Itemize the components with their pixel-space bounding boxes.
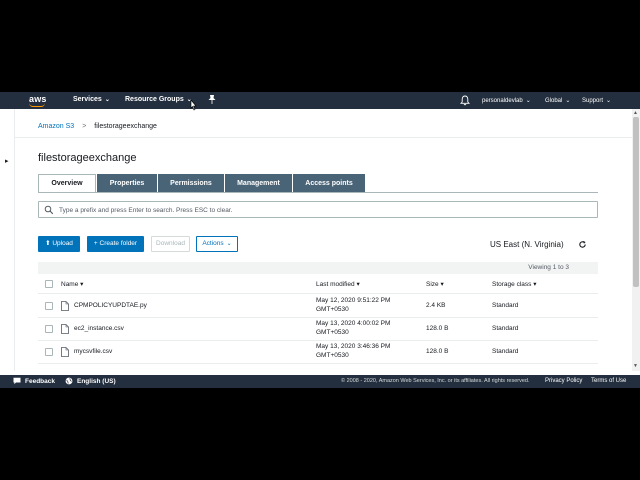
search-input[interactable] — [59, 204, 589, 216]
create-folder-button[interactable]: + Create folder — [87, 236, 144, 252]
pagination-bar: Viewing 1 to 3 — [38, 262, 598, 274]
breadcrumb: Amazon S3 > filestorageexchange — [38, 123, 157, 130]
breadcrumb-separator: > — [82, 123, 87, 130]
main-content: Amazon S3 > filestorageexchange filestorag… — [15, 109, 632, 371]
row-checkbox[interactable] — [45, 325, 53, 333]
row-checkbox[interactable] — [45, 302, 53, 310]
scroll-down-icon[interactable]: ▼ — [633, 363, 638, 369]
page-title: filestorageexchange — [38, 152, 137, 164]
breadcrumb-amazon-s3[interactable]: Amazon S3 — [38, 123, 74, 130]
tab-overview[interactable]: Overview — [38, 174, 96, 193]
aws-smile-icon — [29, 103, 45, 107]
table-row[interactable]: mycsvfile.csv May 13, 2020 3:46:36 PM GM… — [38, 341, 598, 364]
support-label: Support — [582, 98, 604, 104]
create-folder-label: Create folder — [99, 240, 138, 247]
breadcrumb-divider — [15, 137, 632, 138]
globe-icon — [65, 377, 73, 385]
table-row[interactable]: CPMPOLICYUPDTAE.py May 12, 2020 9:51:22 … — [38, 295, 598, 318]
pin-icon[interactable] — [208, 95, 216, 105]
tab-properties[interactable]: Properties — [97, 174, 157, 193]
prefix-search-box — [38, 201, 598, 218]
services-label: Services — [73, 96, 102, 103]
terms-of-use-link[interactable]: Terms of Use — [591, 378, 626, 384]
file-name[interactable]: ec2_instance.csv — [74, 325, 124, 332]
table-row[interactable]: ec2_instance.csv May 13, 2020 4:00:02 PM… — [38, 318, 598, 341]
last-modified: May 13, 2020 4:00:02 PM GMT+0530 — [316, 320, 391, 336]
chevron-down-icon: ⌄ — [226, 241, 232, 247]
tab-management[interactable]: Management — [225, 174, 292, 193]
upload-button[interactable]: ⬆ Upload — [38, 236, 80, 252]
file-icon — [61, 301, 69, 311]
console-footer: Feedback English (US) © 2008 - 2020, Ama… — [0, 375, 640, 388]
copyright-text: © 2008 - 2020, Amazon Web Services, Inc.… — [341, 378, 530, 384]
storage-class: Standard — [492, 348, 519, 355]
file-size: 2.4 KB — [426, 302, 446, 309]
actions-dropdown[interactable]: Actions ⌄ — [196, 236, 238, 252]
global-region-label: Global — [545, 98, 563, 104]
feedback-chat-icon — [13, 377, 21, 385]
privacy-policy-link[interactable]: Privacy Policy — [545, 378, 582, 384]
side-panel-toggle[interactable]: ▸ — [0, 109, 15, 371]
support-menu[interactable]: Support ⌄ — [582, 97, 611, 104]
bell-icon[interactable] — [460, 95, 470, 106]
global-region-menu[interactable]: Global ⌄ — [545, 97, 570, 104]
chevron-down-icon: ⌄ — [606, 98, 612, 104]
feedback-link[interactable]: Feedback — [25, 378, 55, 385]
bucket-tabs: Overview Properties Permissions Manageme… — [38, 174, 366, 193]
sort-down-icon: ▾ — [356, 281, 360, 288]
sort-down-icon: ▾ — [80, 281, 84, 288]
tab-underline — [38, 192, 598, 193]
language-selector[interactable]: English (US) — [77, 378, 116, 385]
upload-label: Upload — [52, 240, 73, 247]
top-navigation-bar: aws Services ⌄ Resource Groups ⌄ personald… — [0, 92, 640, 111]
sort-down-icon: ▾ — [440, 281, 444, 288]
file-size: 128.0 B — [426, 325, 449, 332]
column-storage-class[interactable]: Storage class ▾ — [492, 280, 536, 288]
breadcrumb-current: filestorageexchange — [94, 123, 157, 130]
file-size: 128.0 B — [426, 348, 449, 355]
tab-access-points[interactable]: Access points — [293, 174, 365, 193]
column-last-modified[interactable]: Last modified ▾ — [316, 280, 360, 288]
column-size[interactable]: Size ▾ — [426, 280, 444, 288]
vertical-scrollbar[interactable]: ▲ ▼ — [632, 109, 640, 371]
mouse-cursor-icon — [190, 99, 197, 111]
download-button[interactable]: Download — [151, 236, 190, 252]
resource-groups-menu[interactable]: Resource Groups ⌄ — [125, 96, 192, 103]
tab-permissions[interactable]: Permissions — [158, 174, 224, 193]
s3-console-screen: aws Services ⌄ Resource Groups ⌄ personald… — [0, 92, 640, 388]
chevron-right-icon: ▸ — [5, 158, 9, 165]
storage-class: Standard — [492, 302, 519, 309]
chevron-down-icon: ⌄ — [525, 98, 531, 104]
refresh-icon[interactable] — [578, 240, 587, 249]
row-checkbox[interactable] — [45, 348, 53, 356]
chevron-down-icon: ⌄ — [565, 98, 571, 104]
last-modified: May 13, 2020 3:46:36 PM GMT+0530 — [316, 343, 391, 359]
aws-logo[interactable]: aws — [27, 94, 49, 107]
sort-down-icon: ▾ — [533, 281, 537, 288]
account-menu[interactable]: personaldevlab ⌄ — [482, 97, 531, 104]
file-name[interactable]: mycsvfile.csv — [74, 348, 112, 355]
scroll-up-icon[interactable]: ▲ — [633, 110, 638, 116]
actions-label: Actions — [202, 240, 224, 247]
account-label: personaldevlab — [482, 98, 523, 104]
file-name[interactable]: CPMPOLICYUPDTAE.py — [74, 302, 147, 309]
file-icon — [61, 347, 69, 357]
viewing-count: Viewing 1 to 3 — [528, 264, 569, 271]
select-all-checkbox[interactable] — [45, 280, 53, 288]
table-header: Name ▾ Last modified ▾ Size ▾ Storage cl… — [38, 274, 598, 294]
storage-class: Standard — [492, 325, 519, 332]
services-menu[interactable]: Services ⌄ — [73, 96, 110, 103]
search-icon — [44, 205, 54, 215]
scrollbar-thumb[interactable] — [633, 117, 639, 287]
last-modified: May 12, 2020 9:51:22 PM GMT+0530 — [316, 297, 391, 313]
file-icon — [61, 324, 69, 334]
region-display: US East (N. Virginia) — [490, 240, 564, 249]
chevron-down-icon: ⌄ — [104, 97, 110, 103]
resource-groups-label: Resource Groups — [125, 96, 184, 103]
column-name[interactable]: Name ▾ — [61, 280, 83, 288]
